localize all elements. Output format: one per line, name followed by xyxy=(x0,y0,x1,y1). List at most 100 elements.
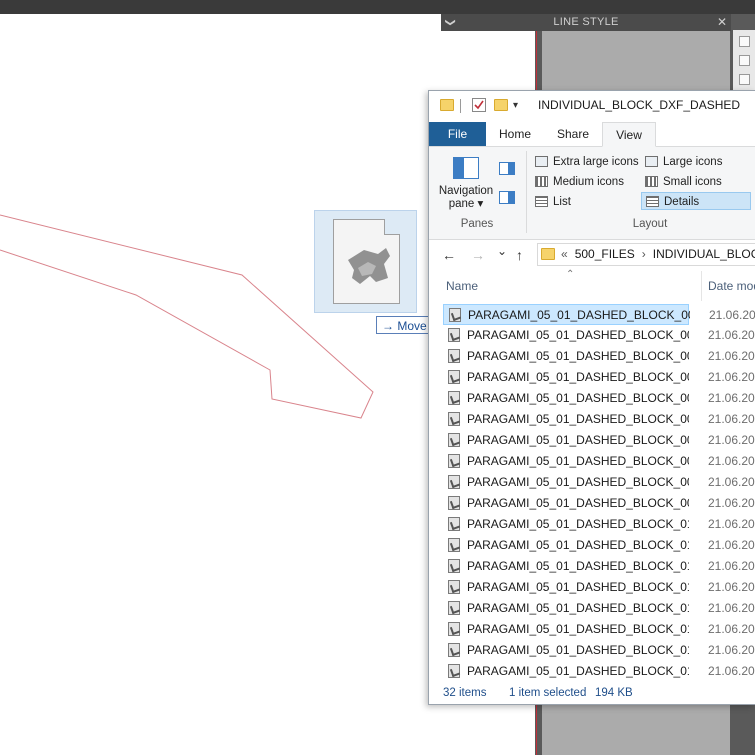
checkbox-icon[interactable] xyxy=(738,74,750,85)
tab-share[interactable]: Share xyxy=(549,122,597,146)
column-separator[interactable] xyxy=(701,271,702,301)
navigation-pane-button[interactable]: Navigation pane ▾ xyxy=(435,151,497,217)
rhino-file-icon xyxy=(448,496,460,510)
file-row[interactable]: PARAGAMI_05_01_DASHED_BLOCK_013.... 21.06… xyxy=(443,577,755,598)
new-folder-icon[interactable] xyxy=(494,99,508,111)
status-bar: 32 items 1 item selected 194 KB xyxy=(429,681,755,704)
status-item-count: 32 items xyxy=(443,687,487,699)
medium-icons-icon xyxy=(535,176,548,187)
file-row[interactable]: PARAGAMI_05_01_DASHED_BLOCK_010.... 21.06… xyxy=(443,514,755,535)
extra-large-icons-icon xyxy=(535,156,548,167)
ribbon-tab-bar: File Home Share View xyxy=(429,122,755,147)
layout-label: Details xyxy=(664,196,700,208)
navigation-pane-label-2: pane ▾ xyxy=(448,198,484,210)
layout-label: List xyxy=(553,196,571,208)
file-date: 21.06.202 xyxy=(708,622,755,636)
layout-large-icons[interactable]: Large icons xyxy=(641,153,722,171)
file-name: PARAGAMI_05_01_DASHED_BLOCK_000.... xyxy=(468,308,690,322)
back-arrow-icon[interactable]: ← xyxy=(442,247,456,263)
layout-details[interactable]: Details xyxy=(641,192,751,210)
rhino-file-icon xyxy=(448,580,460,594)
preview-pane-icon[interactable] xyxy=(499,162,515,175)
rhino-file-icon xyxy=(448,643,460,657)
file-name: PARAGAMI_05_01_DASHED_BLOCK_015.... xyxy=(467,622,689,636)
up-arrow-icon[interactable]: ↑ xyxy=(516,247,523,263)
quick-access-dropdown-icon[interactable]: ▾ xyxy=(513,100,518,111)
rhino-file-icon xyxy=(448,391,460,405)
checkbox-icon[interactable] xyxy=(738,36,750,47)
list-icon xyxy=(535,196,548,207)
file-row[interactable]: PARAGAMI_05_01_DASHED_BLOCK_003.... 21.06… xyxy=(443,367,755,388)
file-date: 21.06.202 xyxy=(708,559,755,573)
file-row[interactable]: PARAGAMI_05_01_DASHED_BLOCK_015.... 21.06… xyxy=(443,619,755,640)
details-icon xyxy=(646,196,659,207)
breadcrumb-500-files[interactable]: 500_FILES xyxy=(575,247,635,261)
layout-medium-icons[interactable]: Medium icons xyxy=(531,173,624,191)
layout-extra-large-icons[interactable]: Extra large icons xyxy=(531,153,639,171)
file-row[interactable]: PARAGAMI_05_01_DASHED_BLOCK_011.... 21.06… xyxy=(443,535,755,556)
folder-icon xyxy=(541,247,555,260)
file-row[interactable]: PARAGAMI_05_01_DASHED_BLOCK_009.... 21.06… xyxy=(443,493,755,514)
column-header-date[interactable]: Date mod xyxy=(708,279,755,293)
file-row[interactable]: PARAGAMI_05_01_DASHED_BLOCK_008.... 21.06… xyxy=(443,472,755,493)
file-name: PARAGAMI_05_01_DASHED_BLOCK_003.... xyxy=(467,370,689,384)
file-name: PARAGAMI_05_01_DASHED_BLOCK_014.... xyxy=(467,601,689,615)
file-name: PARAGAMI_05_01_DASHED_BLOCK_001.... xyxy=(467,328,689,342)
tab-file[interactable]: File xyxy=(429,122,486,146)
file-list-header: ⌃ Name Date mod xyxy=(429,269,755,301)
tab-home[interactable]: Home xyxy=(491,122,539,146)
rhino-file-icon xyxy=(448,559,460,573)
close-icon[interactable]: ✕ xyxy=(717,14,727,31)
rhino-file-icon xyxy=(448,370,460,384)
file-date: 21.06.202 xyxy=(708,328,755,342)
drag-preview xyxy=(314,210,417,313)
move-arrow-icon: → xyxy=(382,319,394,333)
column-header-name[interactable]: Name xyxy=(446,279,478,293)
breadcrumb-current-folder[interactable]: INDIVIDUAL_BLOCK_ xyxy=(653,247,755,261)
navigation-pane-icon xyxy=(453,157,479,179)
file-date: 21.06.202 xyxy=(709,308,755,322)
file-name: PARAGAMI_05_01_DASHED_BLOCK_005.... xyxy=(467,412,689,426)
layout-small-icons[interactable]: Small icons xyxy=(641,173,722,191)
rhino-file-icon xyxy=(448,538,460,552)
file-row[interactable]: PARAGAMI_05_01_DASHED_BLOCK_017.... 21.06… xyxy=(443,661,755,682)
file-row[interactable]: PARAGAMI_05_01_DASHED_BLOCK_005.... 21.06… xyxy=(443,409,755,430)
forward-arrow-icon[interactable]: → xyxy=(471,247,485,263)
layout-list[interactable]: List xyxy=(531,193,571,211)
file-row[interactable]: PARAGAMI_05_01_DASHED_BLOCK_004.... 21.06… xyxy=(443,388,755,409)
navigation-pane-label: Navigation xyxy=(438,185,494,197)
large-icons-icon xyxy=(645,156,658,167)
properties-checkmark-icon[interactable] xyxy=(472,98,486,112)
file-row[interactable]: PARAGAMI_05_01_DASHED_BLOCK_000.... 21.06… xyxy=(443,304,755,325)
file-date: 21.06.202 xyxy=(708,349,755,363)
file-row[interactable]: PARAGAMI_05_01_DASHED_BLOCK_006.... 21.06… xyxy=(443,430,755,451)
explorer-title-bar[interactable]: ▾ INDIVIDUAL_BLOCK_DXF_DASHED xyxy=(429,91,755,122)
breadcrumb-overflow[interactable]: « xyxy=(561,247,568,261)
details-pane-icon[interactable] xyxy=(499,191,515,204)
file-date: 21.06.202 xyxy=(708,580,755,594)
panes-group-label: Panes xyxy=(460,218,494,230)
layout-group-label: Layout xyxy=(632,218,668,230)
file-date: 21.06.202 xyxy=(708,370,755,384)
rhino-file-icon xyxy=(448,601,460,615)
file-name: PARAGAMI_05_01_DASHED_BLOCK_008.... xyxy=(467,475,689,489)
address-bar[interactable]: « 500_FILES › INDIVIDUAL_BLOCK_ xyxy=(537,243,755,266)
file-name: PARAGAMI_05_01_DASHED_BLOCK_016.... xyxy=(467,643,689,657)
line-style-panel-header[interactable]: ❯ LINE STYLE ✕ xyxy=(441,14,731,31)
recent-locations-icon[interactable]: ⌄ xyxy=(497,244,507,258)
file-row[interactable]: PARAGAMI_05_01_DASHED_BLOCK_012.... 21.06… xyxy=(443,556,755,577)
file-row[interactable]: PARAGAMI_05_01_DASHED_BLOCK_002.... 21.06… xyxy=(443,346,755,367)
rhino-file-icon xyxy=(333,219,400,304)
layout-label: Small icons xyxy=(663,176,722,188)
file-row[interactable]: PARAGAMI_05_01_DASHED_BLOCK_007.... 21.06… xyxy=(443,451,755,472)
checkbox-icon[interactable] xyxy=(738,55,750,66)
file-row[interactable]: PARAGAMI_05_01_DASHED_BLOCK_001.... 21.06… xyxy=(443,325,755,346)
file-row[interactable]: PARAGAMI_05_01_DASHED_BLOCK_016.... 21.06… xyxy=(443,640,755,661)
file-name: PARAGAMI_05_01_DASHED_BLOCK_004.... xyxy=(467,391,689,405)
file-row[interactable]: PARAGAMI_05_01_DASHED_BLOCK_014.... 21.06… xyxy=(443,598,755,619)
file-explorer-window[interactable]: ▾ INDIVIDUAL_BLOCK_DXF_DASHED File Home … xyxy=(428,90,755,705)
file-date: 21.06.202 xyxy=(708,643,755,657)
drag-move-tooltip: → Move xyxy=(376,316,433,334)
tab-view[interactable]: View xyxy=(602,122,656,147)
rhino-file-icon xyxy=(448,328,460,342)
